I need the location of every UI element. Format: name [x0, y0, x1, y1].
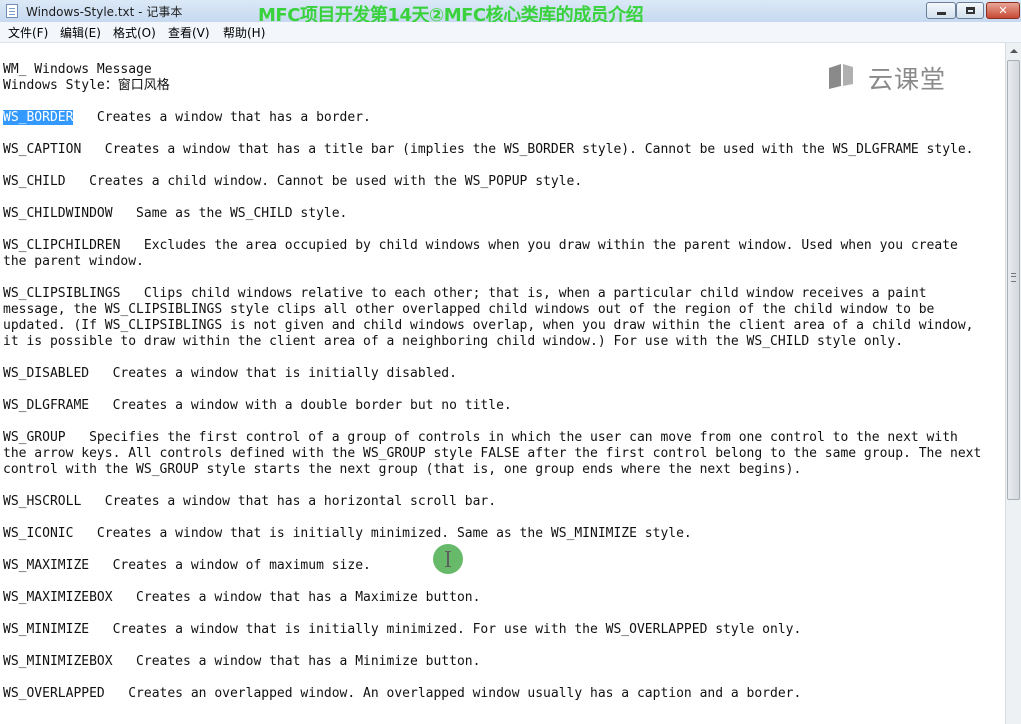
text-line: WS_CHILD Creates a child window. Cannot … [3, 174, 583, 189]
text-line: WS_HSCROLL Creates a window that has a h… [3, 494, 497, 509]
menu-edit[interactable]: 编辑(E) [60, 24, 101, 41]
text-line: WS_OVERLAPPED Creates an overlapped wind… [3, 686, 802, 701]
text-line: message, the WS_CLIPSIBLINGS style clips… [3, 302, 935, 317]
title-bar: Windows-Style.txt - 记事本 MFC项目开发第14天②MFC核… [0, 0, 1021, 26]
close-icon: ✕ [998, 4, 1008, 17]
minimize-button[interactable] [926, 2, 956, 19]
cloud-classroom-icon [829, 64, 853, 89]
text-line: Windows Style：窗口风格 [3, 78, 170, 93]
grip-icon [1011, 273, 1016, 282]
text-line: it is possible to draw within the client… [3, 334, 904, 349]
text-line: WS_MAXIMIZEBOX Creates a window that has… [3, 590, 481, 605]
text-line: control with the WS_GROUP style starts t… [3, 462, 802, 477]
menu-format[interactable]: 格式(O) [113, 24, 156, 41]
notepad-icon [6, 4, 18, 18]
vertical-scrollbar[interactable] [1005, 43, 1021, 724]
text-line: WS_ICONIC Creates a window that is initi… [3, 526, 692, 541]
menu-bar: 文件(F) 编辑(E) 格式(O) 查看(V) 帮助(H) [0, 22, 1021, 43]
text-line: WS_CAPTION Creates a window that has a t… [3, 142, 974, 157]
minimize-icon [936, 12, 946, 15]
text-span: Creates a window that has a border. [73, 110, 371, 125]
watermark-text: 云课堂 [868, 65, 947, 94]
scrollbar-thumb[interactable] [1007, 60, 1020, 500]
text-line: the parent window. [3, 254, 144, 269]
text-line: WS_MINIMIZEBOX Creates a window that has… [3, 654, 481, 669]
text-line: WS_CLIPSIBLINGS Clips child windows rela… [3, 286, 927, 301]
text-line: the arrow keys. All controls defined wit… [3, 446, 982, 461]
text-line: WS_CHILDWINDOW Same as the WS_CHILD styl… [3, 206, 348, 221]
scroll-up-arrow-icon[interactable] [1006, 43, 1021, 59]
text-line: WS_GROUP Specifies the first control of … [3, 430, 958, 445]
menu-view[interactable]: 查看(V) [168, 24, 210, 41]
text-line: WS_DLGFRAME Creates a window with a doub… [3, 398, 512, 413]
text-line: WS_DISABLED Creates a window that is ini… [3, 366, 457, 381]
text-line: WM_ Windows Message [3, 62, 152, 77]
window-title: Windows-Style.txt - 记事本 [26, 5, 183, 19]
mouse-cursor-highlight [433, 544, 463, 574]
text-editor-area[interactable]: WM_ Windows Message Windows Style：窗口风格 W… [0, 43, 1005, 724]
text-line: WS_MINIMIZE Creates a window that is ini… [3, 622, 802, 637]
close-button[interactable]: ✕ [986, 2, 1020, 19]
menu-file[interactable]: 文件(F) [8, 24, 48, 41]
watermark-logo: 云课堂 [826, 60, 956, 94]
text-line: WS_MAXIMIZE Creates a window of maximum … [3, 558, 371, 573]
maximize-button[interactable] [956, 2, 984, 19]
text-line: updated. (If WS_CLIPSIBLINGS is not give… [3, 318, 974, 333]
ibeam-cursor-icon [445, 551, 451, 567]
selected-text[interactable]: WS_BORDER [3, 110, 74, 125]
text-line: WS_CLIPCHILDREN Excludes the area occupi… [3, 238, 958, 253]
text-line: WS_BORDER Creates a window that has a bo… [3, 110, 371, 126]
maximize-icon [965, 7, 975, 14]
menu-help[interactable]: 帮助(H) [223, 24, 265, 41]
